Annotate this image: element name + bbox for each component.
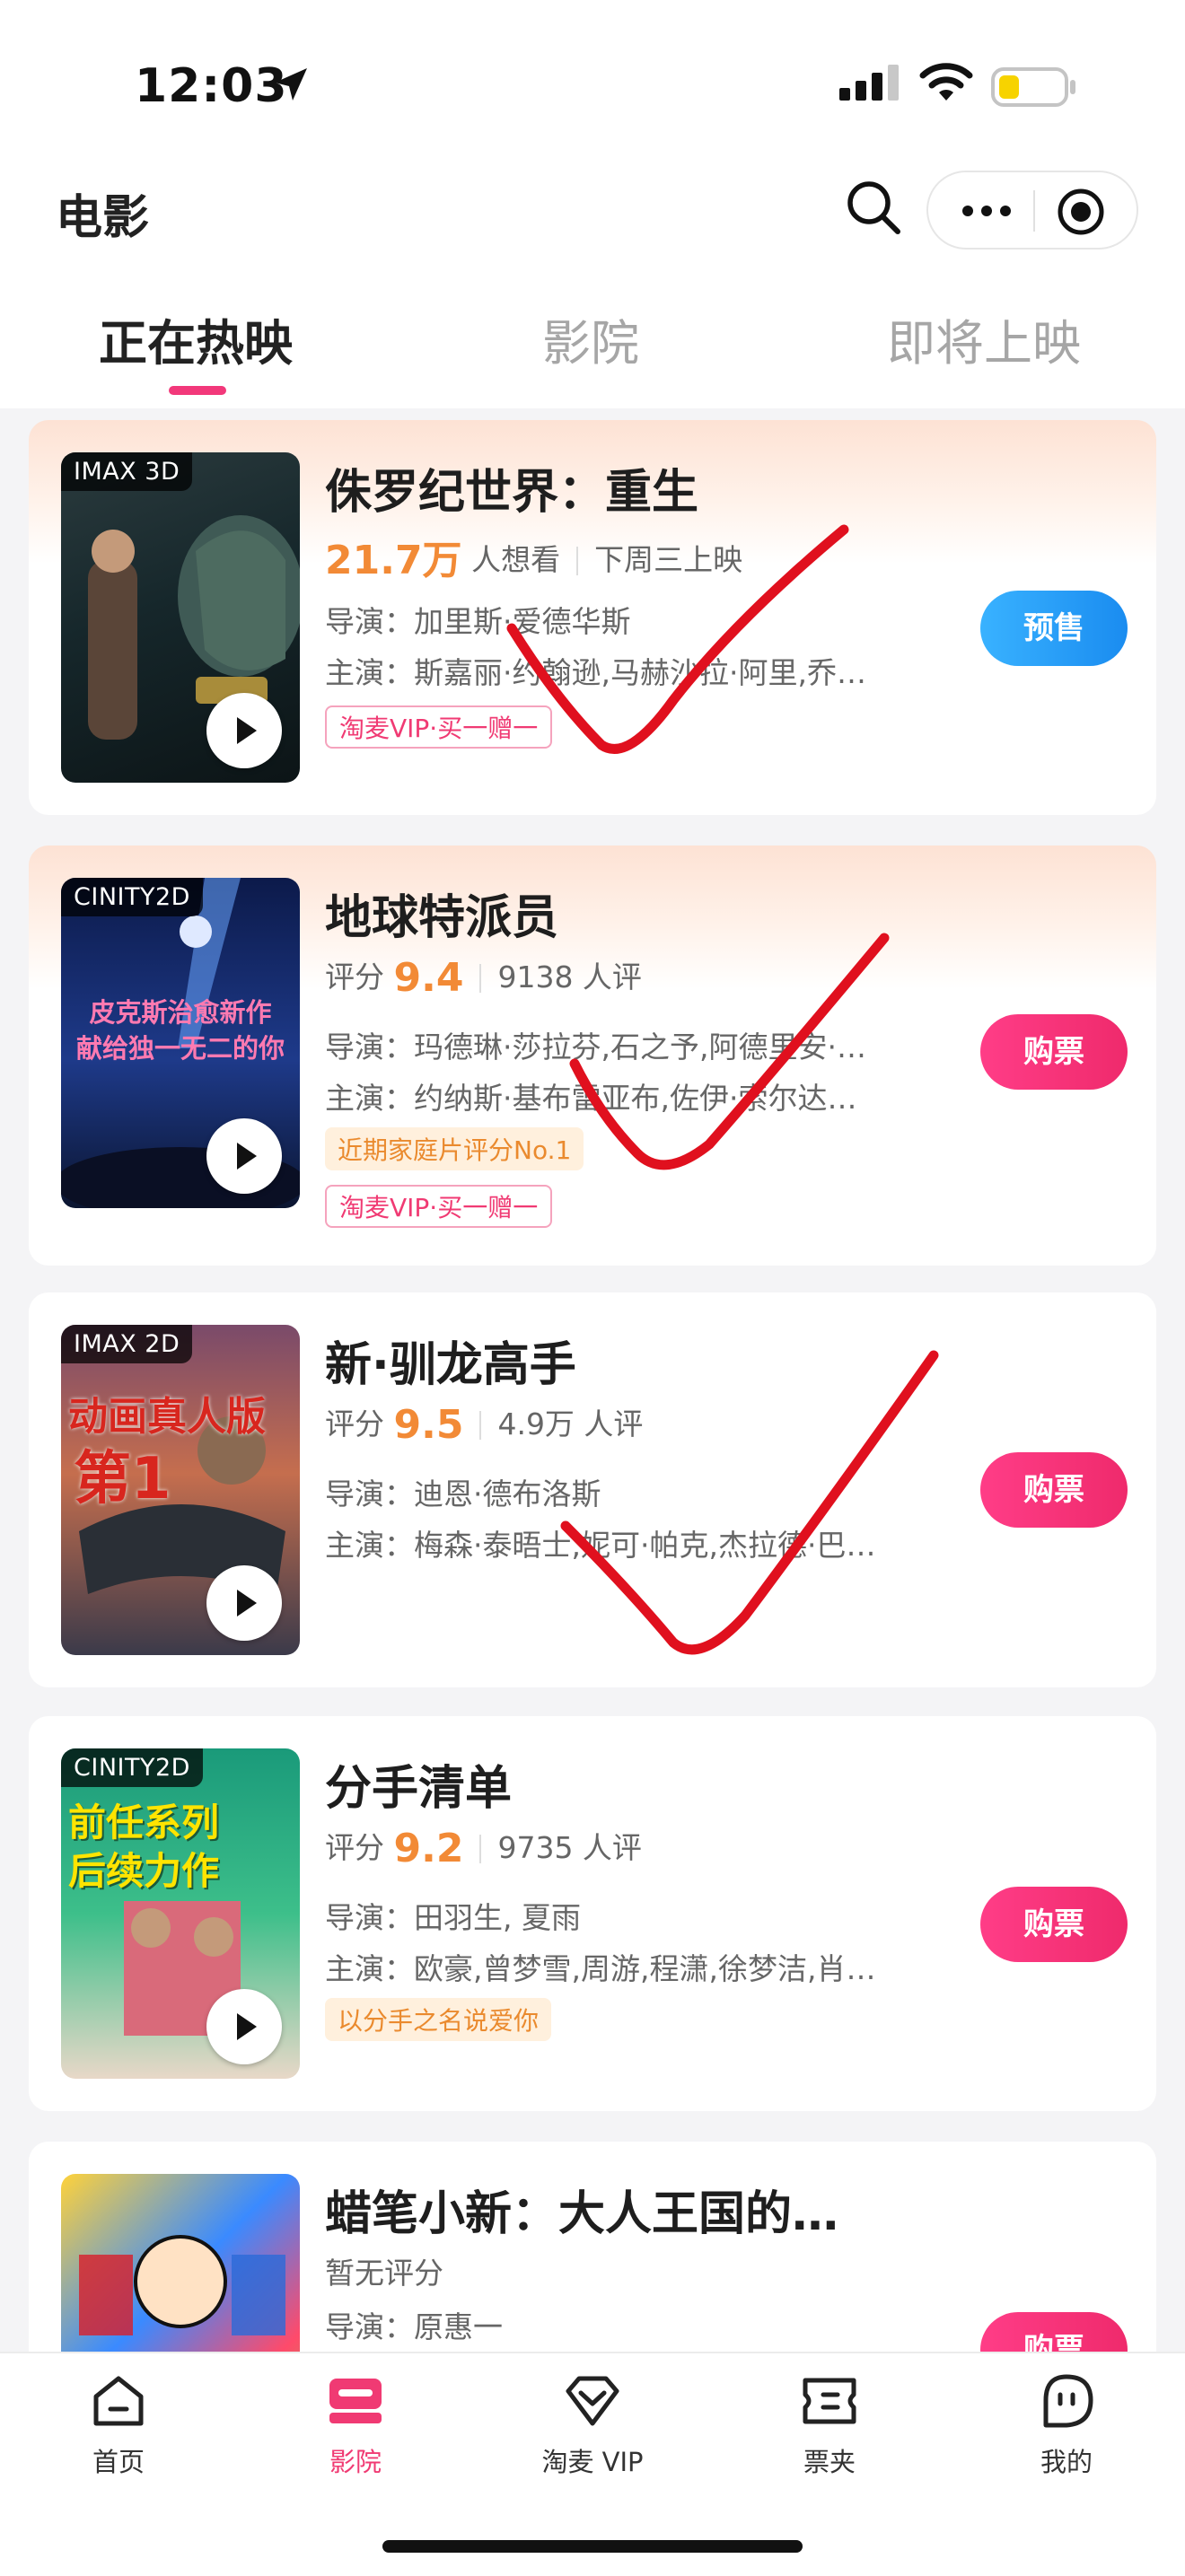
home-indicator[interactable] bbox=[382, 2540, 803, 2553]
movie-meta: 21.7万 人想看 下周三上映 bbox=[325, 528, 742, 585]
rank-tag: 近期家庭片评分No.1 bbox=[325, 1127, 584, 1170]
cinema-icon bbox=[329, 2379, 382, 2423]
movie-title[interactable]: 分手清单 bbox=[325, 1750, 512, 1818]
nav-label: 淘麦 VIP bbox=[541, 2447, 644, 2477]
ticket-icon bbox=[803, 2378, 856, 2424]
movie-poster[interactable]: CINITY2D 前任系列 后续力作 bbox=[61, 1748, 300, 2079]
review-count: 9138 人评 bbox=[497, 959, 642, 994]
score: 9.4 bbox=[393, 955, 464, 1001]
vip-badge: 淘麦VIP·买一赠一 bbox=[325, 705, 553, 749]
meta-divider bbox=[479, 1411, 482, 1440]
tab-coming-soon[interactable]: 即将上映 bbox=[887, 303, 1081, 374]
movie-card[interactable]: CINITY2D 皮克斯治愈新作 献给独一无二的你 地球特派员 评分 9.4 91… bbox=[29, 846, 1156, 1266]
nav-label: 我的 bbox=[1040, 2447, 1093, 2477]
movie-title[interactable]: 地球特派员 bbox=[325, 880, 558, 947]
movie-poster[interactable]: IMAX 3D bbox=[61, 452, 300, 783]
nav-cinema[interactable]: 影院 bbox=[284, 2370, 427, 2479]
play-icon[interactable] bbox=[206, 693, 282, 768]
score: 9.2 bbox=[393, 1826, 464, 1871]
movie-card[interactable]: IMAX 2D 动画真人版 第1 新·驯龙高手 评分 9.5 4.9万 人评 导演… bbox=[29, 1292, 1156, 1687]
poster-text-line: 第1 bbox=[74, 1446, 171, 1512]
active-tab-indicator bbox=[169, 386, 226, 395]
want-label: 人想看 bbox=[471, 542, 561, 577]
presale-button[interactable]: 预售 bbox=[980, 591, 1128, 666]
movie-poster[interactable]: IMAX 2D 动画真人版 第1 bbox=[61, 1325, 300, 1655]
movie-meta: 评分 9.4 9138 人评 bbox=[325, 953, 642, 1001]
play-icon[interactable] bbox=[206, 1565, 282, 1641]
score-label: 评分 bbox=[325, 959, 384, 994]
nav-tickets[interactable]: 票夹 bbox=[758, 2370, 901, 2479]
search-icon[interactable] bbox=[844, 178, 903, 237]
meta-divider bbox=[576, 547, 579, 575]
director: 导演：迪恩·德布洛斯 bbox=[325, 1476, 601, 1511]
cast: 主演：斯嘉丽·约翰逊,马赫沙拉·阿里,乔… bbox=[325, 655, 866, 690]
poster-tagline: 前任系列 后续力作 bbox=[68, 1799, 219, 1896]
movie-title[interactable]: 蜡笔小新：大人王国的… bbox=[325, 2176, 838, 2243]
cast: 主演：梅森·泰晤士,妮可·帕克,杰拉德·巴… bbox=[325, 1528, 876, 1563]
buy-ticket-button[interactable]: 购票 bbox=[980, 1014, 1128, 1090]
nav-label: 首页 bbox=[92, 2447, 145, 2477]
theme-tag: 以分手之名说爱你 bbox=[325, 1998, 552, 2041]
nav-home[interactable]: 首页 bbox=[47, 2370, 190, 2479]
nav-label: 影院 bbox=[329, 2447, 382, 2477]
poster-tagline: 皮克斯治愈新作 献给独一无二的你 bbox=[61, 994, 300, 1066]
score: 9.5 bbox=[393, 1402, 464, 1448]
buy-ticket-button[interactable]: 购票 bbox=[980, 1887, 1128, 1962]
movie-poster[interactable]: CINITY2D 皮克斯治愈新作 献给独一无二的你 bbox=[61, 878, 300, 1208]
poster-text-line: 前任系列 bbox=[68, 1801, 220, 1844]
location-arrow-icon bbox=[275, 68, 307, 101]
signal-icon bbox=[839, 65, 899, 101]
vip-badge: 淘麦VIP·买一赠一 bbox=[325, 1185, 553, 1228]
movie-meta: 评分 9.2 9735 人评 bbox=[325, 1824, 642, 1871]
director: 导演：田羽生, 夏雨 bbox=[325, 1900, 581, 1935]
wifi-icon bbox=[919, 63, 973, 101]
more-icon[interactable] bbox=[955, 188, 1018, 233]
meta-divider bbox=[479, 1835, 482, 1863]
score-text: 暂无评分 bbox=[325, 2256, 443, 2291]
review-count: 9735 人评 bbox=[497, 1830, 642, 1865]
close-target-icon[interactable] bbox=[1054, 187, 1108, 237]
play-icon[interactable] bbox=[206, 1118, 282, 1194]
director: 导演：原惠一 bbox=[325, 2309, 503, 2344]
format-tag: IMAX 3D bbox=[61, 452, 193, 491]
poster-text-line: 后续力作 bbox=[68, 1849, 220, 1893]
movie-title[interactable]: 侏罗纪世界：重生 bbox=[325, 454, 698, 521]
tab-cinema[interactable]: 影院 bbox=[542, 303, 639, 374]
meta-divider bbox=[479, 964, 482, 993]
top-bar: 12:03 电影 正在热映 影院 即将上映 bbox=[0, 0, 1185, 408]
mini-program-capsule bbox=[926, 171, 1138, 250]
cast: 主演：约纳斯·基布雷亚布,佐伊·索尔达… bbox=[325, 1081, 857, 1116]
review-count: 4.9万 人评 bbox=[497, 1406, 644, 1441]
page-title: 电影 bbox=[56, 191, 150, 245]
release-note: 下周三上映 bbox=[594, 542, 743, 577]
poster-text-line: 献给独一无二的你 bbox=[75, 1033, 285, 1064]
nav-label: 票夹 bbox=[803, 2447, 856, 2477]
vip-diamond-icon bbox=[566, 2376, 619, 2426]
poster-text-line: 皮克斯治愈新作 bbox=[89, 997, 272, 1028]
format-tag: CINITY2D bbox=[61, 878, 203, 916]
movie-meta: 评分 9.5 4.9万 人评 bbox=[325, 1400, 643, 1448]
score-label: 评分 bbox=[325, 1830, 384, 1865]
director: 导演：加里斯·爱德华斯 bbox=[325, 604, 631, 639]
status-time: 12:03 bbox=[135, 59, 288, 113]
format-tag: CINITY2D bbox=[61, 1748, 203, 1787]
movie-title[interactable]: 新·驯龙高手 bbox=[325, 1327, 576, 1394]
score-label: 评分 bbox=[325, 1406, 384, 1441]
home-icon bbox=[93, 2376, 144, 2426]
battery-icon bbox=[991, 67, 1075, 107]
movie-card[interactable]: CINITY2D 前任系列 后续力作 分手清单 评分 9.2 9735 人评 导演… bbox=[29, 1716, 1156, 2111]
format-tag: IMAX 2D bbox=[61, 1325, 193, 1363]
capsule-divider bbox=[1033, 190, 1035, 232]
buy-ticket-button[interactable]: 购票 bbox=[980, 1452, 1128, 1528]
tab-now-showing[interactable]: 正在热映 bbox=[99, 303, 293, 374]
nav-vip[interactable]: 淘麦 VIP bbox=[521, 2370, 664, 2479]
movie-card[interactable]: IMAX 3D 侏罗纪世界：重生 21.7万 人想看 下周三上映 导演：加里斯·爱… bbox=[29, 420, 1156, 815]
play-icon[interactable] bbox=[206, 1989, 282, 2064]
want-count: 21.7万 bbox=[325, 538, 462, 583]
cast: 主演：欧豪,曾梦雪,周游,程潇,徐梦洁,肖… bbox=[325, 1951, 876, 1986]
nav-profile[interactable]: 我的 bbox=[995, 2370, 1138, 2479]
director: 导演：玛德琳·莎拉芬,石之予,阿德里安·… bbox=[325, 1030, 866, 1065]
profile-icon bbox=[1043, 2374, 1093, 2428]
